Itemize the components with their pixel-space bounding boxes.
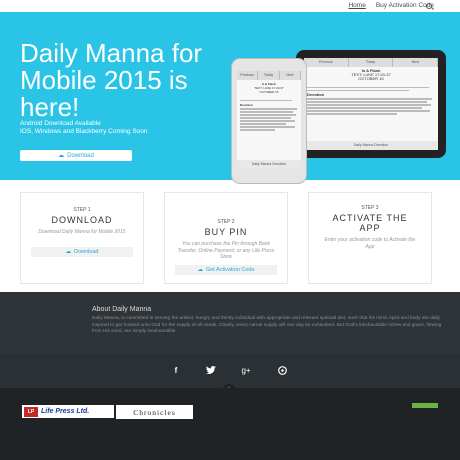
search-icon[interactable] — [426, 3, 432, 9]
steps-section: STEP 1 DOWNLOAD Download Daily Manna for… — [20, 192, 445, 284]
step-1-heading: DOWNLOAD — [51, 215, 113, 225]
hero-download-button[interactable]: ☁ Download — [20, 150, 132, 161]
about-section: About Daily Manna Daily Manna, is commit… — [0, 292, 460, 354]
top-navbar: Home Buy Activation Code — [0, 0, 460, 12]
life-press-logo-mark: LP — [24, 406, 38, 417]
phone-tabs: Previous Today Next — [237, 71, 301, 80]
get-activation-code-label: Get Activation Code — [205, 267, 255, 273]
tablet-footer: Daily Manna Devotion — [304, 141, 438, 150]
step-buy-pin-card: STEP 2 BUY PIN You can purchase the Pin … — [164, 192, 288, 284]
cloud-download-icon: ☁ — [197, 267, 203, 273]
tablet-tabs: Previous Today Next — [304, 58, 438, 67]
phone-screen: Previous Today Next It & Flash TEXT: LUK… — [237, 71, 301, 169]
step-2-heading: BUY PIN — [204, 227, 248, 237]
facebook-icon[interactable]: f — [170, 366, 182, 375]
life-press-logo[interactable]: LP Life Press Ltd. — [22, 405, 114, 418]
android-availability-text: Android Download Available — [20, 120, 101, 127]
tablet-screen: Previous Today Next In A Flash TEXT: LUK… — [304, 58, 438, 150]
twitter-icon[interactable] — [205, 366, 217, 376]
tablet-tab-previous: Previous — [304, 58, 349, 67]
other-platforms-text: IOS, Windows and Blackberry Coming Soon — [20, 128, 148, 135]
step-1-description: Download Daily Manna for Mobile 2015 — [38, 229, 126, 235]
about-text: Daily Manna, is committed in serving the… — [92, 316, 442, 334]
github-icon[interactable] — [276, 366, 288, 377]
phone-date: OCTOBER 15 — [259, 90, 279, 94]
tablet-section-title: Devotion — [307, 91, 325, 97]
step-2-label: STEP 2 — [217, 219, 235, 225]
step-3-label: STEP 3 — [361, 205, 379, 211]
life-press-logo-name: Life Press Ltd. — [41, 408, 90, 415]
phone-tab-next: Next — [280, 71, 301, 80]
nav-menu: Home Buy Activation Code — [348, 0, 434, 12]
step-2-description: You can purchase the Pin through Bank Tr… — [177, 241, 275, 260]
footer-badge — [412, 403, 438, 408]
google-plus-icon[interactable]: g+ — [240, 366, 252, 375]
step-download-card: STEP 1 DOWNLOAD Download Daily Manna for… — [20, 192, 144, 284]
tablet-tab-next: Next — [393, 58, 438, 67]
step-download-button[interactable]: ☁ Download — [31, 247, 133, 257]
step-download-label: Download — [74, 249, 99, 255]
hero-title: Daily Manna for Mobile 2015 is here! — [20, 38, 203, 122]
tablet-date: OCTOBER 15 — [358, 76, 384, 81]
phone-section-title: Devotion — [240, 102, 253, 107]
cloud-download-icon: ☁ — [58, 153, 65, 159]
phone-footer: Daily Manna Devotion — [237, 160, 301, 169]
step-activate-card: STEP 3 ACTIVATE THE APP Enter your activ… — [308, 192, 432, 284]
tablet-tab-today: Today — [349, 58, 394, 67]
phone-body: Devotion — [237, 96, 301, 134]
social-bar: f g+ — [0, 354, 460, 388]
phone-tab-previous: Previous — [237, 71, 259, 80]
step-3-heading: ACTIVATE THE APP — [332, 213, 408, 233]
hero-banner: Daily Manna for Mobile 2015 is here! And… — [0, 12, 460, 184]
get-activation-code-button[interactable]: ☁ Get Activation Code — [175, 265, 277, 275]
hero-subtitle: Android Download Available IOS, Windows … — [20, 120, 148, 136]
cloud-download-icon: ☁ — [65, 249, 72, 255]
nav-home-link[interactable]: Home — [348, 0, 365, 12]
step-3-description: Enter your activation code to Activate t… — [324, 237, 416, 250]
hero-download-label: Download — [67, 152, 94, 159]
chronicles-logo[interactable]: Chronicles — [116, 405, 193, 419]
about-title: About Daily Manna — [92, 306, 152, 313]
tablet-body: Devotion — [304, 83, 438, 118]
footer: LP Life Press Ltd. Chronicles — [0, 388, 460, 460]
phone-tab-today: Today — [258, 71, 280, 80]
tablet-mockup: Previous Today Next In A Flash TEXT: LUK… — [296, 50, 446, 158]
phone-mockup: Previous Today Next It & Flash TEXT: LUK… — [231, 58, 307, 184]
step-1-label: STEP 1 — [73, 207, 91, 213]
